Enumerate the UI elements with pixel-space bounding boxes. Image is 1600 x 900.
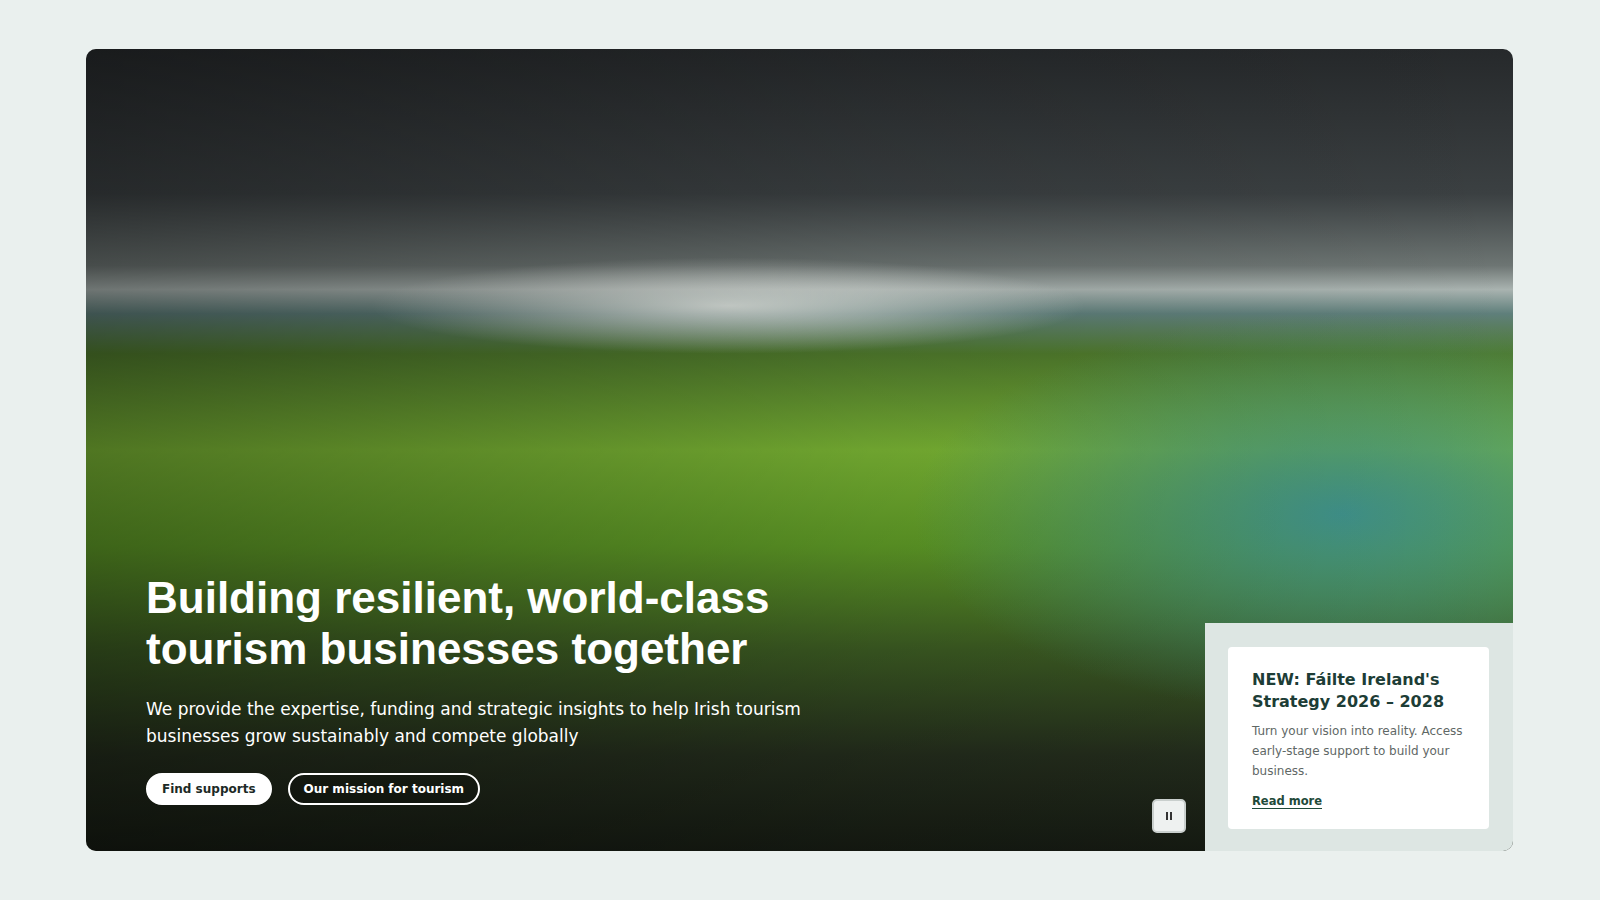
hero-button[interactable]: Find supports xyxy=(146,773,272,805)
hero-button[interactable]: Our mission for tourism xyxy=(288,773,481,805)
hero-content: Building resilient, world-class tourism … xyxy=(86,573,906,851)
hero-actions: Find supports Our mission for tourism xyxy=(146,773,906,805)
news-card: NEW: Fáilte Ireland's Strategy 2026 – 20… xyxy=(1228,647,1489,829)
hero: Building resilient, world-class tourism … xyxy=(86,49,1513,851)
page: Building resilient, world-class tourism … xyxy=(0,0,1600,900)
hero-text: We provide the expertise, funding and st… xyxy=(146,696,806,749)
hero-heading: Building resilient, world-class tourism … xyxy=(146,573,906,674)
pause-icon xyxy=(1163,810,1175,822)
read-more-link[interactable]: Read more xyxy=(1252,794,1322,808)
news-title: NEW: Fáilte Ireland's Strategy 2026 – 20… xyxy=(1252,669,1467,712)
news-panel: NEW: Fáilte Ireland's Strategy 2026 – 20… xyxy=(1205,623,1513,851)
video-toggle-button[interactable] xyxy=(1152,799,1186,833)
news-text: Turn your vision into reality. Access ea… xyxy=(1252,722,1467,781)
